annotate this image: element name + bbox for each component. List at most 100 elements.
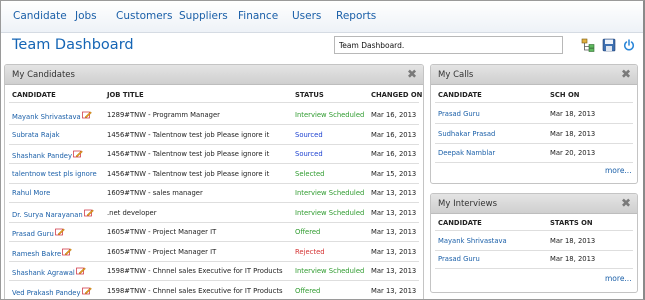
nav-reports[interactable]: Reports — [336, 10, 376, 22]
candidate-name[interactable]: Prasad Guru — [12, 230, 54, 238]
nav-users[interactable]: Users — [292, 10, 321, 22]
job-title: 1456#TNW - Talentnow test job Please ign… — [107, 150, 270, 158]
column-header-status: STATUS — [295, 91, 324, 99]
row-divider — [9, 124, 419, 125]
status-text: Sourced — [295, 130, 323, 139]
candidate-name[interactable]: Shashank Agrawal — [12, 269, 75, 277]
changed-on-date: Mar 13, 2013 — [371, 228, 417, 236]
candidate-link[interactable]: Mayank Shrivastava — [12, 111, 92, 121]
candidate-link[interactable]: Ved Prakash Pandey — [12, 287, 92, 297]
nav-jobs[interactable]: Jobs — [75, 10, 97, 22]
row-divider — [9, 221, 419, 223]
nav-candidate[interactable]: Candidate — [13, 10, 67, 22]
candidate-link[interactable]: Shashank Pandey — [12, 150, 83, 160]
row-divider — [9, 280, 419, 281]
sitemap-icon[interactable] — [581, 37, 595, 52]
status-text: Interview Scheduled — [295, 189, 365, 197]
interview-candidate-link[interactable]: Prasad Guru — [438, 255, 480, 263]
header-divider — [435, 230, 633, 231]
changed-on-date: Mar 13, 2013 — [371, 189, 417, 197]
candidate-name[interactable]: Rahul More — [12, 189, 50, 197]
close-icon[interactable]: ✖ — [407, 67, 417, 81]
row-divider — [435, 142, 633, 144]
column-header-candidate: CANDIDATE — [438, 91, 482, 99]
candidate-name[interactable]: Subrata Rajak — [12, 131, 60, 139]
interview-candidate-link[interactable]: Mayank Shrivastava — [438, 237, 507, 245]
job-title: 1456#TNW - Talentnow test job Please ign… — [107, 130, 270, 139]
panel-title: My Candidates — [12, 70, 75, 80]
candidate-link[interactable]: Shashank Agrawal — [12, 267, 86, 277]
status-text: Selected — [295, 169, 325, 178]
column-header-job-title: JOB TITLE — [107, 91, 144, 99]
row-divider — [9, 143, 419, 145]
calls-more-link[interactable]: more... — [605, 166, 632, 175]
candidate-name[interactable]: Ramesh Bakre — [12, 250, 61, 258]
panel-header: My Interviews ✖ — [431, 194, 637, 214]
nav-finance[interactable]: Finance — [238, 10, 278, 22]
changed-on-date: Mar 15, 2013 — [371, 169, 417, 178]
candidate-link[interactable]: talentnow test pls ignore — [12, 170, 97, 178]
nav-suppliers[interactable]: Suppliers — [179, 10, 228, 22]
close-icon[interactable]: ✖ — [621, 196, 631, 210]
job-title: .net developer — [107, 208, 157, 217]
row-divider — [9, 182, 419, 184]
row-divider — [435, 250, 633, 251]
candidate-name[interactable]: talentnow test pls ignore — [12, 170, 97, 178]
candidate-name[interactable]: Shashank Pandey — [12, 152, 72, 160]
close-icon[interactable]: ✖ — [621, 67, 631, 81]
candidate-name[interactable]: Mayank Shrivastava — [12, 113, 81, 121]
panel-header: My Candidates ✖ — [5, 65, 423, 85]
candidate-link[interactable]: Prasad Guru — [12, 228, 65, 238]
candidate-name[interactable]: Dr. Surya Narayanan — [12, 211, 83, 219]
status-text: Offered — [295, 228, 321, 236]
save-icon[interactable] — [602, 37, 616, 52]
top-nav-bar: Candidate Jobs Customers Suppliers Finan… — [1, 1, 643, 33]
status-text: Interview Scheduled — [295, 111, 365, 119]
row-divider — [435, 268, 633, 269]
column-header-candidate: CANDIDATE — [438, 219, 482, 227]
call-candidate-link[interactable]: Sudhakar Prasad — [438, 130, 495, 138]
candidate-link[interactable]: Dr. Surya Narayanan — [12, 209, 94, 219]
panel-title: My Calls — [438, 70, 474, 80]
header-divider — [9, 102, 419, 103]
row-divider — [9, 202, 419, 203]
status-text: Sourced — [295, 150, 323, 158]
status-text: Interview Scheduled — [295, 267, 365, 275]
job-title: 1289#TNW - Programm Manager — [107, 111, 220, 119]
edit-icon[interactable] — [54, 228, 65, 236]
nav-customers[interactable]: Customers — [116, 10, 172, 22]
candidate-link[interactable]: Subrata Rajak — [12, 131, 60, 139]
column-header-starts-on: STARTS ON — [550, 219, 593, 227]
edit-icon[interactable] — [73, 150, 83, 158]
call-candidate-link[interactable]: Deepak Namblar — [438, 149, 495, 157]
candidate-name[interactable]: Ved Prakash Pandey — [12, 289, 81, 297]
status-text: Interview Scheduled — [295, 208, 365, 217]
row-divider — [9, 241, 419, 242]
my-candidates-panel: My Candidates ✖ CANDIDATE JOB TITLE STAT… — [4, 64, 424, 299]
edit-icon[interactable] — [75, 267, 86, 275]
column-header-sch-on: SCH ON — [550, 91, 580, 99]
changed-on-date: Mar 13, 2013 — [371, 247, 417, 256]
changed-on-date: Mar 13, 2013 — [371, 286, 417, 295]
my-interviews-panel: My Interviews ✖ CANDIDATE STARTS ON Maya… — [430, 193, 638, 293]
changed-on-date: Mar 16, 2013 — [371, 111, 417, 119]
call-candidate-link[interactable]: Prasad Guru — [438, 110, 480, 118]
status-text: Offered — [295, 286, 321, 295]
candidate-link[interactable]: Ramesh Bakre — [12, 248, 72, 258]
panel-title: My Interviews — [438, 199, 498, 209]
header-divider — [435, 102, 633, 103]
edit-icon[interactable] — [62, 248, 72, 256]
page-title: Team Dashboard — [12, 37, 134, 53]
edit-icon[interactable] — [81, 287, 92, 295]
job-title: 1456#TNW - Talentnow test job Please ign… — [107, 169, 270, 178]
changed-on-date: Mar 16, 2013 — [371, 150, 417, 158]
status-text: Rejected — [295, 247, 325, 256]
edit-icon[interactable] — [83, 209, 94, 217]
column-header-candidate: CANDIDATE — [12, 91, 56, 99]
call-date: Mar 20, 2013 — [550, 149, 596, 157]
edit-icon[interactable] — [81, 111, 92, 119]
interviews-more-link[interactable]: more... — [605, 274, 632, 283]
candidate-link[interactable]: Rahul More — [12, 189, 50, 197]
search-input[interactable] — [334, 36, 563, 54]
power-icon[interactable] — [622, 37, 636, 51]
